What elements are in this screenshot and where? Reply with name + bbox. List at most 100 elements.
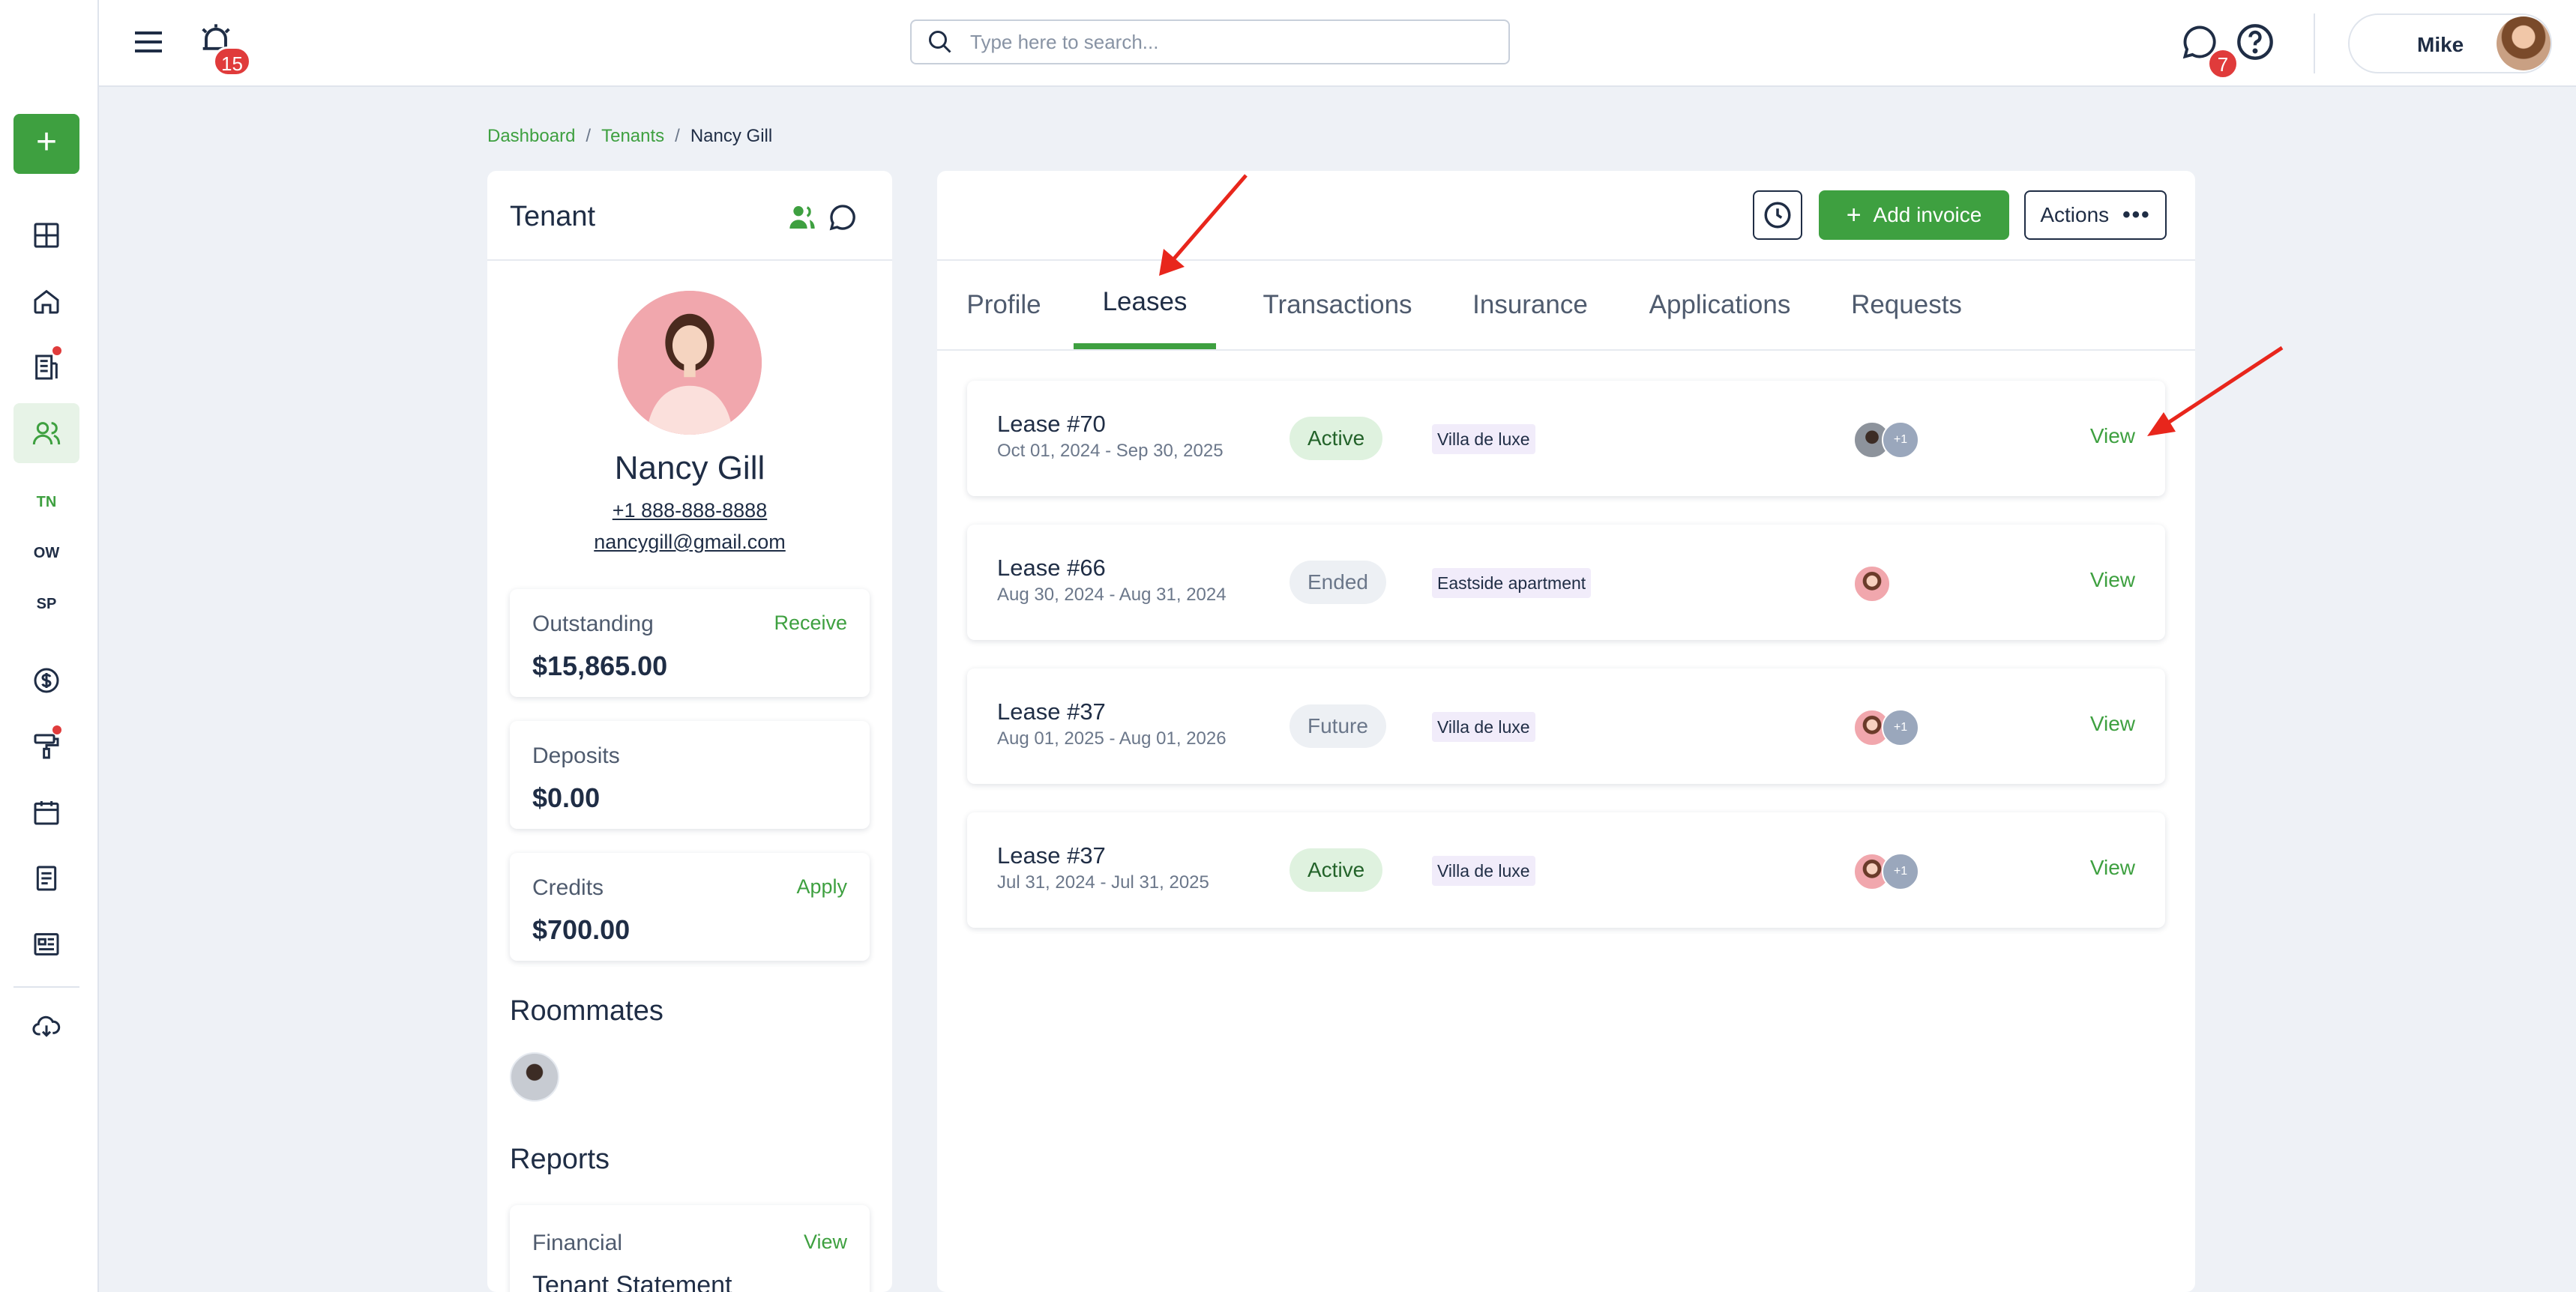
lease-title: Lease #70 — [997, 411, 1106, 437]
add-invoice-button[interactable]: + Add invoice — [1819, 190, 2009, 240]
sidebar-item-dashboard[interactable] — [13, 205, 79, 265]
sidebar-item-download[interactable] — [13, 997, 79, 1057]
tenant-detail-card: + Add invoice Actions ••• Profile Leases… — [937, 171, 2195, 1292]
tenant-photo-illustration — [618, 291, 762, 435]
outstanding-label: Outstanding — [532, 612, 654, 636]
lease-row[interactable]: Lease #37 Jul 31, 2024 - Jul 31, 2025 Ac… — [967, 812, 2165, 928]
sidebar-sub-tenants[interactable]: TN — [13, 480, 79, 525]
clock-icon — [1764, 202, 1791, 229]
sidebar-item-documents[interactable] — [13, 848, 79, 908]
sidebar-item-maintenance[interactable] — [13, 716, 79, 776]
user-avatar — [2497, 16, 2551, 70]
lease-view-link[interactable]: View — [2090, 856, 2135, 880]
report-item: Financial View Tenant Statement — [510, 1205, 870, 1292]
sidebar-sub-service-pros[interactable]: SP — [13, 582, 79, 627]
add-new-button[interactable]: + — [13, 114, 79, 174]
deposits-label: Deposits — [532, 743, 620, 768]
tab-insurance[interactable]: Insurance — [1444, 261, 1616, 349]
detail-header: + Add invoice Actions ••• — [937, 171, 2195, 261]
home-icon — [34, 289, 59, 314]
user-menu[interactable]: Mike — [2348, 13, 2552, 73]
breadcrumb-separator: / — [586, 126, 592, 146]
tab-profile[interactable]: Profile — [955, 261, 1053, 349]
sidebar-item-leases[interactable] — [13, 337, 79, 397]
tenant-card-header: Tenant — [487, 171, 892, 261]
tab-transactions[interactable]: Transactions — [1233, 261, 1442, 349]
tenant-name: Nancy Gill — [614, 450, 765, 486]
lease-view-link[interactable]: View — [2090, 568, 2135, 592]
report-view-link[interactable]: View — [804, 1231, 847, 1254]
lease-dates: Aug 30, 2024 - Aug 31, 2024 — [997, 585, 1227, 605]
deposits-value: $0.00 — [532, 782, 601, 813]
cloud-download-icon — [32, 1015, 61, 1037]
breadcrumb-dashboard[interactable]: Dashboard — [487, 126, 575, 147]
apply-link[interactable]: Apply — [796, 875, 847, 899]
sidebar-divider — [13, 986, 79, 988]
building-icon — [35, 354, 58, 380]
notification-badge: 15 — [213, 46, 251, 76]
report-name: Tenant Statement — [532, 1271, 732, 1292]
search-bar[interactable] — [910, 19, 1510, 64]
newspaper-icon — [34, 933, 59, 956]
notification-dot — [52, 346, 61, 355]
tenant-phone-link[interactable]: +1 888-888-8888 — [487, 499, 892, 522]
lease-title: Lease #37 — [997, 698, 1106, 725]
receive-link[interactable]: Receive — [774, 612, 847, 635]
history-button[interactable] — [1753, 190, 1802, 240]
reports-title: Reports — [510, 1144, 610, 1175]
paint-roller-icon — [34, 734, 59, 759]
people-icon — [32, 422, 61, 445]
more-tenants-avatar: +1 — [1882, 709, 1919, 746]
status-badge: Active — [1289, 848, 1383, 892]
breadcrumb-separator: / — [675, 126, 680, 146]
actions-button[interactable]: Actions ••• — [2024, 190, 2167, 240]
actions-label: Actions — [2040, 203, 2110, 226]
search-icon — [929, 31, 951, 53]
more-tenants-avatar: +1 — [1882, 853, 1919, 890]
more-dots-icon: ••• — [2122, 202, 2151, 227]
property-tag: Eastside apartment — [1432, 568, 1592, 598]
tenant-email-link[interactable]: nancygill@gmail.com — [487, 531, 892, 554]
lease-title: Lease #37 — [997, 842, 1106, 869]
topbar-divider — [2314, 13, 2315, 73]
sidebar-item-calendar[interactable] — [13, 782, 79, 842]
status-badge: Future — [1289, 704, 1386, 748]
outstanding-box: Outstanding Receive $15,865.00 — [510, 589, 870, 697]
property-tag: Villa de luxe — [1432, 424, 1535, 454]
deposits-box: Deposits $0.00 — [510, 721, 870, 829]
dashboard-icon — [34, 223, 59, 248]
lease-row[interactable]: Lease #37 Aug 01, 2025 - Aug 01, 2026 Fu… — [967, 668, 2165, 784]
tab-leases[interactable]: Leases — [1074, 261, 1216, 349]
lease-view-link[interactable]: View — [2090, 712, 2135, 736]
chat-icon[interactable] — [828, 202, 858, 232]
sidebar-sub-owners[interactable]: OW — [13, 531, 79, 576]
left-sidebar: + TN OW SP — [0, 0, 99, 1292]
lease-row[interactable]: Lease #70 Oct 01, 2024 - Sep 30, 2025 Ac… — [967, 381, 2165, 496]
hamburger-menu-icon[interactable] — [130, 24, 166, 60]
sidebar-item-accounting[interactable] — [13, 650, 79, 710]
breadcrumb-current: Nancy Gill — [690, 126, 773, 146]
tab-applications[interactable]: Applications — [1622, 261, 1817, 349]
outstanding-value: $15,865.00 — [532, 650, 668, 681]
lease-view-link[interactable]: View — [2090, 424, 2135, 448]
sidebar-item-reports[interactable] — [13, 914, 79, 974]
top-bar: 15 7 Mike — [99, 0, 2576, 87]
sidebar-item-properties[interactable] — [13, 271, 79, 331]
more-tenants-avatar: +1 — [1882, 421, 1919, 459]
tenant-card: Tenant Nancy Gill +1 888-888-8888 nancyg… — [487, 171, 892, 1292]
tab-requests[interactable]: Requests — [1826, 261, 1987, 349]
tenant-card-title: Tenant — [510, 201, 596, 232]
notification-dot — [52, 725, 61, 734]
sidebar-item-people[interactable] — [13, 403, 79, 463]
breadcrumb-tenants[interactable]: Tenants — [601, 126, 664, 147]
roommate-avatar[interactable] — [510, 1052, 559, 1102]
roommates-title: Roommates — [510, 995, 663, 1027]
dollar-circle-icon — [34, 668, 59, 693]
lease-dates: Jul 31, 2024 - Jul 31, 2025 — [997, 872, 1209, 893]
tenant-photo — [618, 291, 762, 435]
lease-dates: Aug 01, 2025 - Aug 01, 2026 — [997, 728, 1227, 749]
person-check-icon[interactable] — [787, 202, 817, 232]
lease-row[interactable]: Lease #66 Aug 30, 2024 - Aug 31, 2024 En… — [967, 525, 2165, 640]
help-icon[interactable] — [2236, 22, 2275, 61]
search-input[interactable] — [970, 30, 1480, 54]
